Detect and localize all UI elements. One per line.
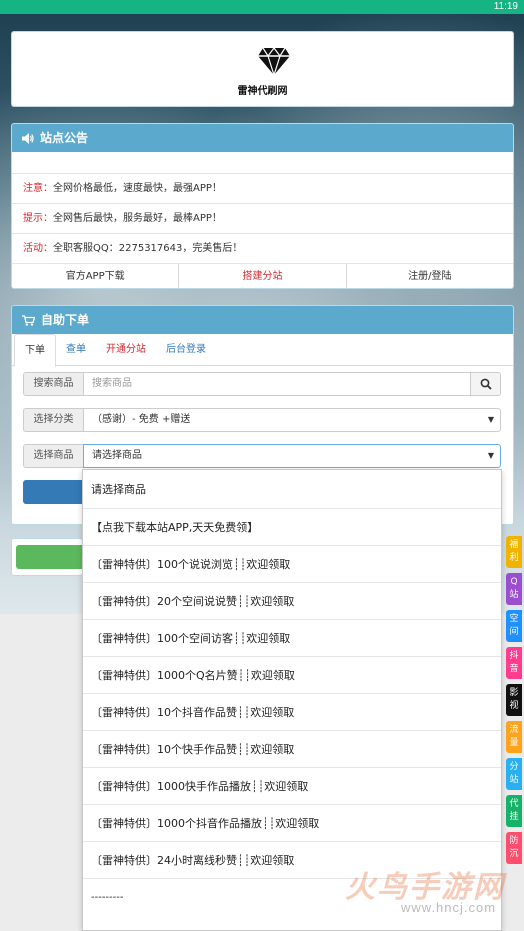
search-icon (480, 378, 492, 390)
announcement-tag: 提示： (23, 213, 53, 224)
float-tab-qzone[interactable]: 空间 (506, 610, 522, 642)
announcement-line: 活动：全职客服QQ：2275317643，完美售后！ (12, 234, 513, 264)
announcement-text: 全网售后最快，服务最好，最棒APP！ (53, 213, 222, 224)
dropdown-option[interactable]: 〔雷神特供〕10个抖音作品赞┊┊欢迎领取 (83, 694, 501, 731)
float-tab-char: 沉 (509, 849, 519, 859)
announcement-spacer (12, 152, 513, 174)
dropdown-option[interactable]: 【点我下载本站APP,天天免费领】 (83, 509, 501, 546)
float-tab-video[interactable]: 影视 (506, 684, 522, 716)
search-input[interactable]: 搜索商品 (83, 372, 471, 396)
float-tab-char: 空 (509, 614, 519, 624)
announcement-tag: 注意： (23, 183, 53, 194)
cart-icon (22, 314, 35, 326)
float-tab-char: 防 (509, 836, 519, 846)
watermark: 火鸟手游网 www.hncj.com (345, 862, 515, 922)
announcement-text: 全网价格最低，速度最快，最强APP！ (53, 183, 222, 194)
category-select[interactable]: （感谢）- 免费 +赠送 ▼ (83, 408, 501, 432)
category-label: 选择分类 (23, 408, 83, 432)
float-tab-char: 代 (509, 799, 519, 809)
float-tab-char: 站 (509, 775, 519, 785)
dropdown-option[interactable]: 〔雷神特供〕10个快手作品赞┊┊欢迎领取 (83, 731, 501, 768)
submit-order-button[interactable] (23, 480, 85, 504)
float-tab-douyin[interactable]: 抖音 (506, 647, 522, 679)
announcement-links: 官方APP下载 搭建分站 注册/登陆 (12, 264, 513, 288)
float-tab-char: 影 (509, 688, 519, 698)
float-tab-char: 分 (509, 762, 519, 772)
app-download-link[interactable]: 官方APP下载 (12, 264, 180, 288)
product-value: 请选择商品 (92, 450, 142, 461)
float-tab-char: 站 (509, 590, 519, 600)
dropdown-option[interactable]: 〔雷神特供〕1000个抖音作品播放┊┊欢迎领取 (83, 805, 501, 842)
announcement-panel: 站点公告 注意：全网价格最低，速度最快，最强APP！ 提示：全网售后最快，服务最… (11, 123, 514, 289)
float-tab-char: 音 (509, 664, 519, 674)
float-tab-char: Q (510, 577, 518, 587)
announcement-header: 站点公告 (12, 124, 513, 152)
search-label: 搜索商品 (23, 372, 83, 396)
tab-query-order[interactable]: 查单 (56, 334, 96, 365)
announcement-line: 提示：全网售后最快，服务最好，最棒APP！ (12, 204, 513, 234)
float-tab-substation[interactable]: 分站 (506, 758, 522, 790)
order-header: 自助下单 (12, 306, 513, 334)
announcement-text: 全职客服QQ：2275317643，完美售后！ (53, 243, 243, 254)
order-tabs: 下单 查单 开通分站 后台登录 (12, 334, 513, 367)
float-tab-traffic[interactable]: 流量 (506, 721, 522, 753)
chevron-down-icon: ▼ (487, 451, 494, 460)
watermark-url: www.hncj.com (401, 900, 497, 915)
float-tab-q-station[interactable]: Q站 (506, 573, 522, 605)
search-row: 搜索商品 搜索商品 (23, 372, 501, 396)
float-tab-char: 福 (509, 540, 519, 550)
logo-text: 雷神代刷网 (237, 86, 288, 97)
float-tab-hosting[interactable]: 代挂 (506, 795, 522, 827)
status-time: 11:19 (493, 1, 518, 12)
status-bar: 11:19 (0, 0, 524, 14)
dropdown-option[interactable]: 〔雷神特供〕100个说说浏览┊┊欢迎领取 (83, 546, 501, 583)
dropdown-option[interactable]: 〔雷神特供〕100个空间访客┊┊欢迎领取 (83, 620, 501, 657)
tab-order[interactable]: 下单 (14, 334, 56, 367)
float-tab-char: 视 (509, 701, 519, 711)
speaker-icon (22, 132, 34, 144)
dropdown-option[interactable]: 〔雷神特供〕1000个Q名片赞┊┊欢迎领取 (83, 657, 501, 694)
float-tab-char: 流 (509, 725, 519, 735)
float-tab-char: 挂 (509, 812, 519, 822)
float-tab-char: 利 (509, 553, 519, 563)
product-select[interactable]: 请选择商品 ▼ (83, 444, 501, 468)
announcement-line: 注意：全网价格最低，速度最快，最强APP！ (12, 174, 513, 204)
diamond-logo-icon (258, 47, 290, 76)
category-row: 选择分类 （感谢）- 免费 +赠送 ▼ (23, 408, 501, 432)
announcement-tag: 活动： (23, 243, 53, 254)
float-tab-char: 抖 (509, 651, 519, 661)
tab-open-substation[interactable]: 开通分站 (96, 334, 156, 365)
logo-panel: 雷神代刷网 (11, 31, 514, 107)
register-login-link[interactable]: 注册/登陆 (347, 264, 513, 288)
green-action-button[interactable] (16, 545, 84, 569)
float-tab-char: 间 (509, 627, 519, 637)
category-value: （感谢）- 免费 +赠送 (92, 414, 191, 425)
announcement-title: 站点公告 (40, 131, 89, 145)
dropdown-option[interactable]: 〔雷神特供〕20个空间说说赞┊┊欢迎领取 (83, 583, 501, 620)
product-label: 选择商品 (23, 444, 83, 468)
float-tab-welfare[interactable]: 福利 (506, 536, 522, 568)
search-button[interactable] (471, 372, 501, 396)
tab-admin-login[interactable]: 后台登录 (156, 334, 216, 365)
chevron-down-icon: ▼ (487, 415, 494, 424)
order-title: 自助下单 (41, 313, 90, 327)
dropdown-option[interactable]: 请选择商品 (83, 470, 501, 509)
float-tab-char: 量 (509, 738, 519, 748)
float-tab-anti-addiction[interactable]: 防沉 (506, 832, 522, 864)
dropdown-option[interactable]: 〔雷神特供〕1000快手作品播放┊┊欢迎领取 (83, 768, 501, 805)
product-row: 选择商品 请选择商品 ▼ (23, 444, 501, 468)
build-substation-link[interactable]: 搭建分站 (179, 264, 347, 288)
